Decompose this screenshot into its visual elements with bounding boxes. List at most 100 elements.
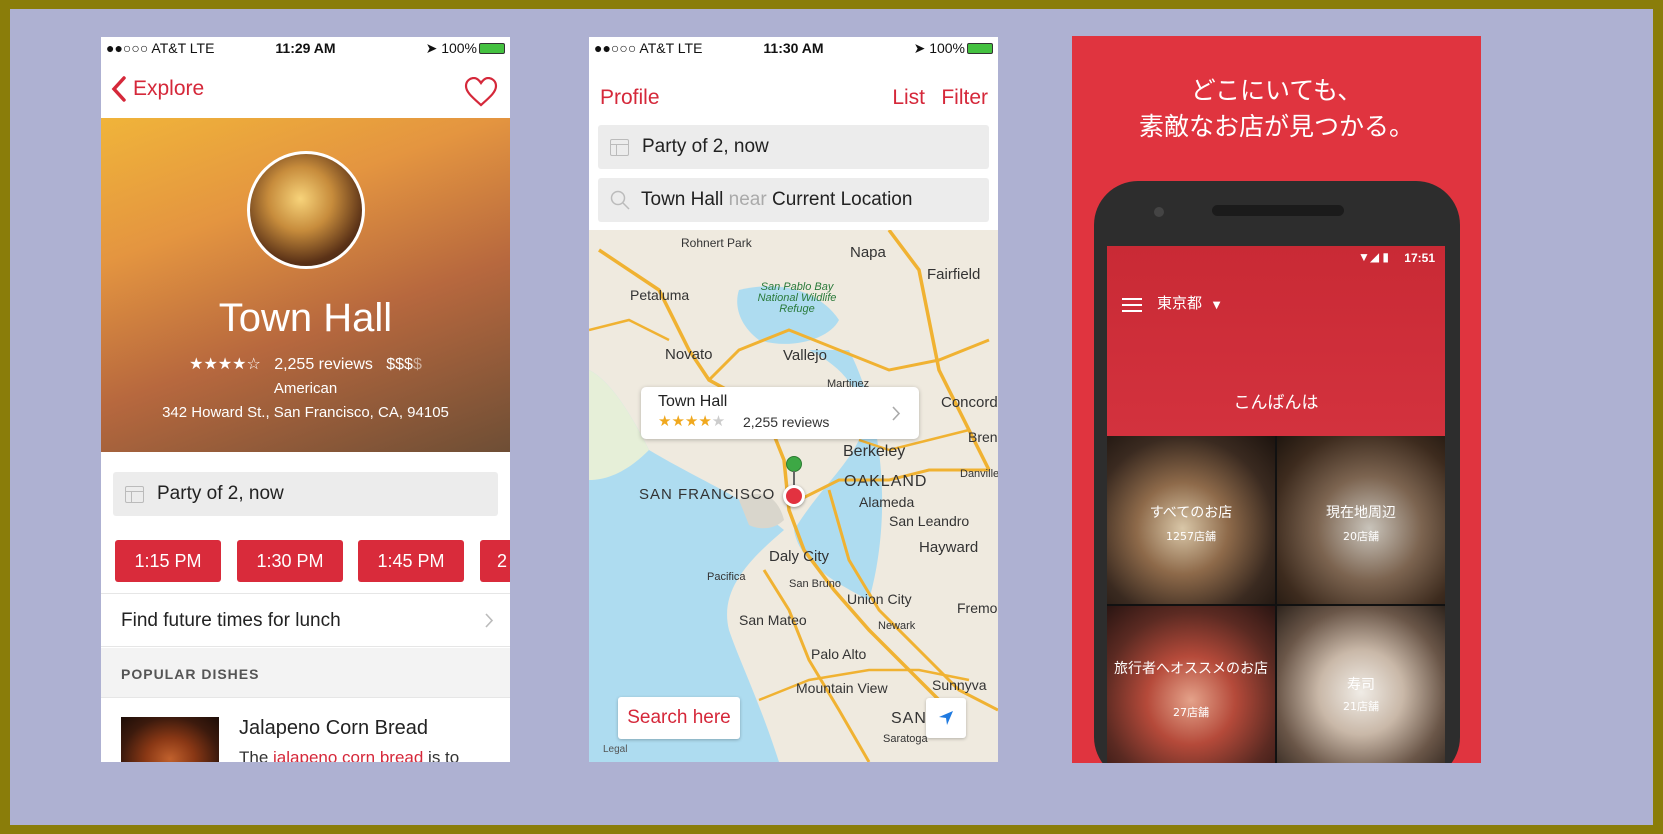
map-label: SAN FRANCISCO xyxy=(639,486,776,503)
area-selector[interactable]: 東京都 ▼ xyxy=(1157,292,1221,313)
map-pin-line xyxy=(793,471,795,485)
tile-count: 20店舗 xyxy=(1343,530,1379,543)
rating-row: ★★★★☆ 2,255 reviews $$$$ xyxy=(101,354,510,374)
map-label: Mountain View xyxy=(796,680,888,696)
profile-button[interactable]: Profile xyxy=(600,86,660,110)
tile-count: 27店舗 xyxy=(1173,706,1209,719)
map-label: Concord xyxy=(941,394,998,411)
nav-bar: Profile List Filter xyxy=(589,65,998,117)
dish-description: The jalapeno corn bread is to xyxy=(239,748,459,762)
chevron-right-icon xyxy=(892,406,901,421)
map-pin-red[interactable] xyxy=(783,485,805,507)
locate-button[interactable] xyxy=(926,698,966,738)
calendar-icon xyxy=(610,138,629,156)
map-pin-green xyxy=(786,456,802,472)
callout-stars-filled: ★★★★ xyxy=(658,413,712,430)
time-slot-button[interactable]: 2 xyxy=(480,540,510,582)
restaurant-name: Town Hall xyxy=(218,296,393,340)
map-label: Berkeley xyxy=(843,443,906,460)
tile-title: 旅行者へオススメのお店 xyxy=(1114,661,1268,677)
price-level-dim: $ xyxy=(412,356,422,373)
restaurant-photo xyxy=(247,151,365,269)
category-tile[interactable]: 寿司 21店舗 xyxy=(1277,606,1445,763)
map-label: Bren xyxy=(968,429,998,445)
battery-icon xyxy=(967,43,993,54)
status-bar: ●●○○○ AT&T LTE 11:30 AM ➤ 100% xyxy=(589,37,998,59)
restaurant-detail-screen: ●●○○○ AT&T LTE 11:29 AM ➤ 100% Explore T… xyxy=(101,37,510,762)
search-term: Town Hall xyxy=(641,189,724,210)
android-clock: 17:51 xyxy=(1404,251,1435,265)
tile-title: 現在地周辺 xyxy=(1326,505,1396,521)
category-tile[interactable]: 旅行者へオススメのお店 27店舗 xyxy=(1107,606,1275,763)
restaurant-callout[interactable]: Town Hall ★★★★★ 2,255 reviews xyxy=(641,387,919,439)
future-times-label: Find future times for lunch xyxy=(121,610,341,631)
map-label: San Leandro xyxy=(889,513,970,529)
chevron-right-icon xyxy=(485,613,494,628)
tile-title: すべてのお店 xyxy=(1149,505,1233,521)
screenshot-collage: ●●○○○ AT&T LTE 11:29 AM ➤ 100% Explore T… xyxy=(10,9,1653,825)
time-slot-button[interactable]: 1:15 PM xyxy=(115,540,221,582)
map-label: Napa xyxy=(850,244,886,261)
map-label: Newark xyxy=(878,620,916,632)
dish-link[interactable]: jalapeno corn bread xyxy=(273,748,423,762)
battery-percent: 100% xyxy=(929,40,965,56)
tile-count: 21店舗 xyxy=(1343,700,1379,713)
search-field[interactable]: Town Hall near Current Location xyxy=(598,178,989,222)
map-label: San Pablo Bay National Wildlife Refuge xyxy=(757,281,837,315)
list-button[interactable]: List xyxy=(892,86,925,110)
dish-photo xyxy=(121,717,219,762)
address: 342 Howard St., San Francisco, CA, 94105 xyxy=(162,404,449,421)
location-arrow-icon xyxy=(939,711,953,725)
category-tile[interactable]: すべてのお店 1257店舗 xyxy=(1107,436,1275,604)
map-label: Vallejo xyxy=(783,347,827,364)
search-near: near xyxy=(728,189,767,210)
dropdown-icon: ▼ xyxy=(1212,300,1221,311)
android-header: ▼◢ ▮ 17:51 東京都 ▼ こんばんは xyxy=(1107,246,1445,436)
tagline-line-2: 素敵なお店が見つかる。 xyxy=(1138,112,1414,141)
map-label: Novato xyxy=(665,346,713,363)
map-label: Union City xyxy=(847,591,912,607)
section-heading: POPULAR DISHES xyxy=(121,666,260,682)
search-here-button[interactable]: Search here xyxy=(618,697,740,739)
review-count: 2,255 reviews xyxy=(274,356,373,373)
search-icon xyxy=(610,190,630,210)
legal-link[interactable]: Legal xyxy=(603,744,627,755)
popular-dishes-header: POPULAR DISHES xyxy=(101,648,510,698)
map-label: Fairfield xyxy=(927,266,981,283)
heart-icon[interactable] xyxy=(464,77,498,107)
price-level: $$$ xyxy=(386,356,413,373)
time-slot-button[interactable]: 1:45 PM xyxy=(358,540,464,582)
dish-text-prefix: The xyxy=(239,748,274,762)
map-label: OAKLAND xyxy=(844,473,928,490)
camera-dot xyxy=(1154,207,1164,217)
tagline: どこにいても、 素敵なお店が見つかる。 xyxy=(1072,73,1481,145)
battery-icon xyxy=(479,43,505,54)
back-button[interactable]: Explore xyxy=(111,76,204,102)
android-promo-screen: どこにいても、 素敵なお店が見つかる。 ▼◢ ▮ 17:51 東京都 ▼ こんば… xyxy=(1072,36,1481,763)
map-label: San Bruno xyxy=(789,578,841,590)
menu-icon[interactable] xyxy=(1122,298,1142,312)
back-label: Explore xyxy=(133,77,205,100)
map-label: Daly City xyxy=(769,548,830,565)
party-size-field[interactable]: Party of 2, now xyxy=(113,472,498,516)
map-label: Sunnyva xyxy=(932,677,987,693)
area-label: 東京都 xyxy=(1157,294,1203,312)
time-slot-button[interactable]: 1:30 PM xyxy=(237,540,343,582)
battery-percent: 100% xyxy=(441,40,477,56)
callout-stars: ★★★★★ xyxy=(658,412,725,430)
battery-indicator: ➤ 100% xyxy=(426,40,505,57)
party-size-text: Party of 2, now xyxy=(642,136,769,157)
future-times-row[interactable]: Find future times for lunch xyxy=(101,593,510,647)
party-size-field[interactable]: Party of 2, now xyxy=(598,125,989,169)
map-label: Alameda xyxy=(859,494,915,510)
android-screen: ▼◢ ▮ 17:51 東京都 ▼ こんばんは すべてのお店 1257店舗 現在地… xyxy=(1107,246,1445,763)
star-rating: ★★★★☆ xyxy=(189,356,261,373)
category-tile[interactable]: 現在地周辺 20店舗 xyxy=(1277,436,1445,604)
calendar-icon xyxy=(125,485,144,503)
filter-button[interactable]: Filter xyxy=(941,86,988,110)
dish-item[interactable]: Jalapeno Corn Bread The jalapeno corn br… xyxy=(101,699,510,762)
tile-title: 寿司 xyxy=(1347,677,1375,693)
callout-name: Town Hall xyxy=(658,393,728,410)
restaurant-hero: Town Hall ★★★★☆ 2,255 reviews $$$$ Ameri… xyxy=(101,118,510,452)
map-view[interactable]: Rohnert Park Napa Fairfield Petaluma San… xyxy=(589,230,998,762)
